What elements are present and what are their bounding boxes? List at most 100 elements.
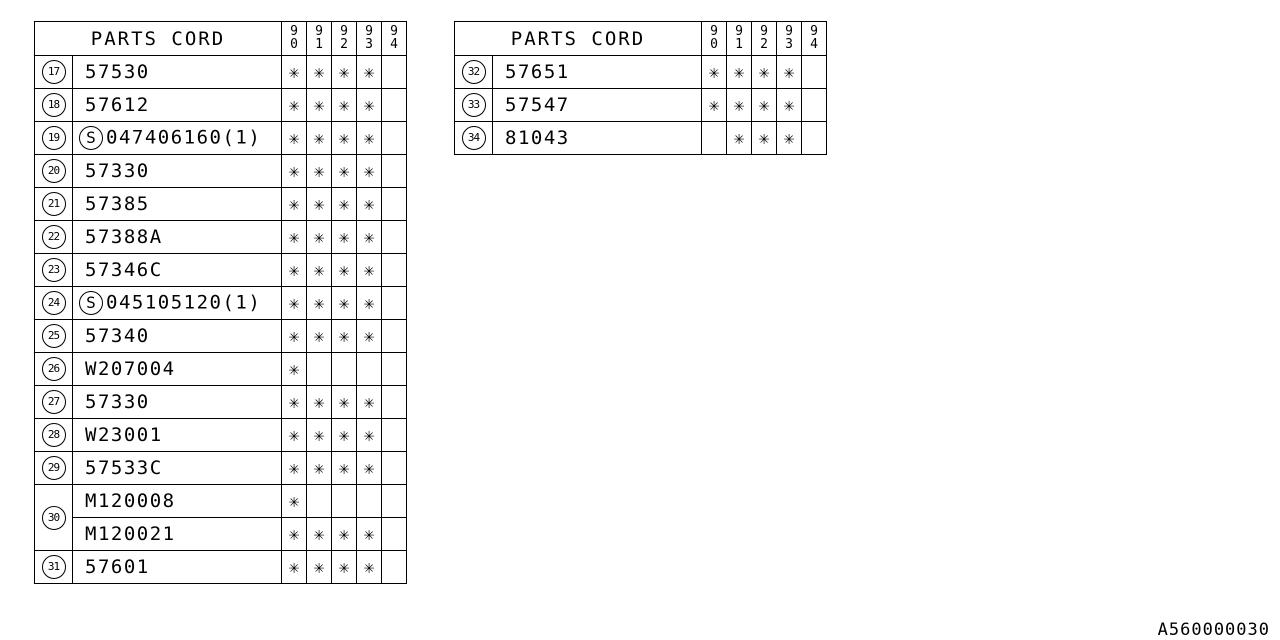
- part-code: 047406160(1): [106, 126, 262, 149]
- ref-number-cell: 34: [454, 121, 493, 155]
- ref-number-cell: 29: [34, 451, 73, 485]
- part-code: M120008: [85, 490, 176, 512]
- year-cell: ✳: [306, 121, 332, 155]
- year-cell: [381, 550, 407, 584]
- year-cell: ✳: [306, 550, 332, 584]
- year-cell: [306, 484, 332, 518]
- year-cell: ✳: [331, 154, 357, 188]
- header-row: PARTS CORD 9 0 9 1 9 2 9 3 9 4: [34, 21, 407, 56]
- table-row: 22 57388A ✳ ✳ ✳ ✳: [34, 220, 407, 254]
- applicable-mark-icon: ✳: [758, 61, 770, 83]
- part-code-wrap: M120008: [73, 490, 176, 512]
- part-cell: 57388A: [72, 220, 282, 254]
- year-cell: ✳: [726, 88, 752, 122]
- applicable-mark-icon: ✳: [338, 523, 350, 545]
- year-cell: ✳: [356, 517, 382, 551]
- year-cell: ✳: [281, 418, 307, 452]
- year-cell: ✳: [331, 187, 357, 221]
- applicable-mark-icon: ✳: [338, 325, 350, 347]
- part-cell: 57612: [72, 88, 282, 122]
- applicable-mark-icon: ✳: [363, 292, 375, 314]
- applicable-mark-icon: ✳: [363, 226, 375, 248]
- table-row: 28 W23001 ✳ ✳ ✳ ✳: [34, 418, 407, 452]
- applicable-mark-icon: ✳: [313, 457, 325, 479]
- ref-number-cell: 20: [34, 154, 73, 188]
- year-cell: ✳: [751, 121, 777, 155]
- applicable-mark-icon: ✳: [363, 193, 375, 215]
- year-header-94: 94: [381, 21, 407, 56]
- year-cell: ✳: [281, 517, 307, 551]
- applicable-mark-icon: ✳: [363, 94, 375, 116]
- year-cell: ✳: [356, 121, 382, 155]
- part-cell: S 045105120(1): [72, 286, 282, 320]
- year-cell: ✳: [701, 88, 727, 122]
- year-cell: ✳: [306, 154, 332, 188]
- applicable-mark-icon: ✳: [288, 556, 300, 578]
- table-row: 21 57385 ✳ ✳ ✳ ✳: [34, 187, 407, 221]
- applicable-mark-icon: ✳: [363, 424, 375, 446]
- table-row: 23 57346C ✳ ✳ ✳ ✳: [34, 253, 407, 287]
- part-cell: W23001: [72, 418, 282, 452]
- ref-number-badge: 26: [41, 357, 66, 381]
- applicable-mark-icon: ✳: [708, 61, 720, 83]
- ref-number-cell: 31: [34, 550, 73, 584]
- year-cell: [381, 220, 407, 254]
- applicable-mark-icon: ✳: [313, 292, 325, 314]
- year-cell: ✳: [356, 88, 382, 122]
- part-code-wrap: 57547: [493, 94, 570, 116]
- year-cell: [306, 352, 332, 386]
- applicable-mark-icon: ✳: [338, 457, 350, 479]
- part-code: M120021: [85, 523, 176, 545]
- year-cell: ✳: [356, 253, 382, 287]
- table-row: 19 S 047406160(1) ✳ ✳ ✳ ✳: [34, 121, 407, 155]
- year-cell: [381, 55, 407, 89]
- part-code-wrap: 57330: [73, 391, 150, 413]
- applicable-mark-icon: ✳: [313, 556, 325, 578]
- applicable-mark-icon: ✳: [288, 325, 300, 347]
- applicable-mark-icon: ✳: [288, 259, 300, 281]
- year-digit: 4: [810, 37, 818, 52]
- year-cell: ✳: [356, 187, 382, 221]
- table-row: 24 S 045105120(1) ✳ ✳ ✳ ✳: [34, 286, 407, 320]
- applicable-mark-icon: ✳: [363, 391, 375, 413]
- year-cell: ✳: [281, 253, 307, 287]
- ref-number-cell: 26: [34, 352, 73, 386]
- year-cell: ✳: [331, 319, 357, 353]
- year-cell: [381, 286, 407, 320]
- ref-number-cell: 19: [34, 121, 73, 155]
- ref-number-badge: 20: [41, 159, 66, 183]
- year-digit: 4: [390, 37, 398, 52]
- ref-number-cell: 25: [34, 319, 73, 353]
- ref-number-cell: 17: [34, 55, 73, 89]
- applicable-mark-icon: ✳: [288, 127, 300, 149]
- part-cell: 57330: [72, 154, 282, 188]
- applicable-mark-icon: ✳: [363, 325, 375, 347]
- table-row: 26 W207004 ✳: [34, 352, 407, 386]
- parts-table-left: PARTS CORD 9 0 9 1 9 2 9 3 9 4 17 57530 ✳ ✳ ✳ ✳ 18 57612 ✳ ✳…: [34, 21, 407, 584]
- year-digit: 1: [735, 37, 743, 52]
- standard-part-icon: S: [79, 291, 103, 315]
- year-cell: ✳: [306, 517, 332, 551]
- applicable-mark-icon: ✳: [363, 457, 375, 479]
- year-header-91: 91: [306, 21, 332, 56]
- year-cell: [801, 121, 827, 155]
- applicable-mark-icon: ✳: [288, 490, 300, 512]
- year-cell: ✳: [356, 154, 382, 188]
- year-cell: [381, 451, 407, 485]
- year-cell: ✳: [726, 55, 752, 89]
- applicable-mark-icon: ✳: [758, 127, 770, 149]
- part-code: 57388A: [85, 226, 163, 248]
- part-code-wrap: 57385: [73, 193, 150, 215]
- applicable-mark-icon: ✳: [338, 226, 350, 248]
- part-code: 57385: [85, 193, 150, 215]
- ref-number-badge: 22: [41, 225, 66, 249]
- applicable-mark-icon: ✳: [288, 61, 300, 83]
- ref-number-badge: 21: [41, 192, 66, 216]
- applicable-mark-icon: ✳: [288, 160, 300, 182]
- year-cell: ✳: [281, 451, 307, 485]
- part-cell: 57330: [72, 385, 282, 419]
- part-code: 57340: [85, 325, 150, 347]
- part-code-wrap: 57601: [73, 556, 150, 578]
- year-cell: ✳: [281, 286, 307, 320]
- year-cell: ✳: [331, 418, 357, 452]
